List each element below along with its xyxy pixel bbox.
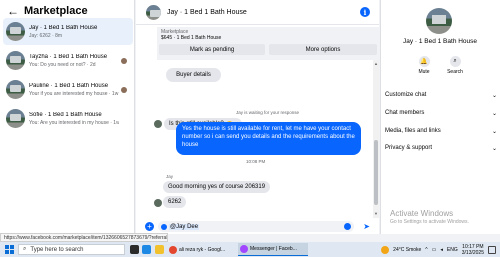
conversation-title: Jay · 1 Bed 1 Bath House: [29, 24, 98, 31]
app-label: ali reza ryk - Googl...: [179, 246, 226, 253]
buyer-details-button[interactable]: Buyer details: [166, 68, 221, 82]
system-tray: 24°C Smoke ^ ▭ ◂ ENG 10:17 PM 3/13/2025: [381, 243, 496, 256]
outgoing-message-bubble: Yes the house is still available for ren…: [176, 122, 361, 155]
mention-text: @Jay Dee: [169, 223, 200, 230]
emoji-icon[interactable]: [344, 223, 351, 230]
sender-avatar: [154, 199, 162, 207]
house-thumbnail: [6, 80, 25, 99]
message-bubble: Good morning yes of course 206319: [163, 181, 271, 193]
windows-activation-watermark: Activate Windows Go to Settings to activ…: [390, 209, 469, 225]
chevron-down-icon: ⌄: [491, 110, 497, 117]
sender-avatar: [154, 120, 162, 128]
chevron-down-icon: ⌄: [491, 92, 497, 99]
conversation-preview: You: Are you interested in my house · 1w: [29, 119, 119, 126]
privacy-support-item[interactable]: Privacy & support ⌄: [385, 143, 497, 153]
mute-button[interactable]: 🔔 Mute: [409, 56, 439, 75]
conversation-item[interactable]: Tayzha · 1 Bed 1 Bath House You: Do you …: [3, 47, 133, 74]
windows-start-icon[interactable]: [5, 245, 14, 254]
search-placeholder: Type here to search: [30, 246, 84, 253]
taskbar-search-input[interactable]: ⌕ Type here to search: [18, 244, 125, 255]
send-icon[interactable]: ➤: [363, 222, 370, 231]
conversation-title: Tayzha · 1 Bed 1 Bath House: [29, 53, 108, 60]
taskbar-app-messenger[interactable]: Messenger | Faceb...: [238, 243, 308, 256]
mention-avatar-icon: [161, 223, 167, 230]
message-bubble: 6262: [163, 196, 187, 208]
conversation-item[interactable]: Jay · 1 Bed 1 Bath House Jay: 6262 · 8m: [3, 18, 133, 45]
watermark-title: Activate Windows: [390, 209, 454, 218]
sender-name: Jay: [166, 174, 174, 179]
message-input[interactable]: @Jay Dee: [158, 221, 354, 232]
chevron-down-icon: ⌄: [491, 128, 497, 135]
menu-label: Media, files and links: [385, 128, 441, 134]
conversation-preview: Jay: 6262 · 8m: [29, 32, 63, 39]
chat-title[interactable]: Jay · 1 Bed 1 Bath House: [167, 9, 247, 16]
messenger-icon: [240, 245, 248, 253]
conversation-item[interactable]: Pauline · 1 Bed 1 Bath House Your if you…: [3, 76, 133, 103]
menu-label: Chat members: [385, 110, 425, 116]
waiting-notice: Jay is waiting for your response: [236, 110, 300, 115]
watermark-subtitle: Go to Settings to activate Windows.: [390, 219, 469, 225]
plus-icon[interactable]: +: [145, 222, 154, 231]
scrollbar-thumb[interactable]: [374, 140, 378, 205]
volume-icon[interactable]: ◂: [440, 247, 443, 253]
edge-icon[interactable]: [142, 245, 151, 254]
chevron-down-icon: ⌄: [491, 145, 497, 152]
house-thumbnail: [6, 51, 25, 70]
marketplace-header: ← Marketplace: [7, 5, 88, 17]
search-icon: ⌕: [23, 246, 27, 252]
seen-avatar: [121, 86, 127, 93]
bell-icon: 🔔: [418, 56, 430, 67]
chat-members-item[interactable]: Chat members ⌄: [385, 108, 497, 118]
house-thumbnail[interactable]: [426, 8, 452, 34]
conversation-preview: You: Do you need or not? · 2d: [29, 61, 96, 68]
house-thumbnail: [6, 109, 25, 128]
search-icon: ⌕: [449, 56, 461, 67]
search-label: Search: [447, 69, 463, 75]
scroll-up-arrow-icon[interactable]: ▲: [374, 61, 378, 66]
conversation-title: Pauline · 1 Bed 1 Bath House: [29, 82, 109, 89]
taskbar-app-chrome[interactable]: ali reza ryk - Googl...: [167, 243, 237, 256]
house-thumbnail: [6, 22, 25, 41]
chat-panel: Jay · 1 Bed 1 Bath House i Marketplace $…: [136, 0, 379, 234]
info-icon[interactable]: i: [360, 7, 370, 17]
status-bar-url: https://www.facebook.com/marketplace/ite…: [0, 233, 168, 242]
notification-icon[interactable]: [488, 245, 496, 254]
marketplace-title: Marketplace: [24, 5, 88, 17]
file-explorer-icon[interactable]: [155, 245, 164, 254]
mark-as-pending-button[interactable]: Mark as pending: [159, 44, 265, 55]
more-options-button[interactable]: More options: [269, 44, 377, 55]
listing-price[interactable]: $645 · 1 Bed 1 Bath House: [161, 35, 221, 41]
marketplace-listing-card: Marketplace $645 · 1 Bed 1 Bath House Ma…: [157, 27, 379, 60]
clock-date: 3/13/2025: [461, 249, 484, 256]
customize-chat-item[interactable]: Customize chat ⌄: [385, 90, 497, 100]
message-composer: + @Jay Dee ➤: [136, 219, 379, 234]
weather-text[interactable]: 24°C Smoke: [393, 247, 421, 253]
task-view-icon[interactable]: [130, 245, 139, 254]
house-thumbnail[interactable]: [146, 4, 161, 20]
network-icon[interactable]: ▭: [432, 247, 437, 253]
media-files-links-item[interactable]: Media, files and links ⌄: [385, 126, 497, 136]
chrome-icon: [169, 245, 177, 254]
details-title: Jay · 1 Bed 1 Bath House: [402, 38, 478, 45]
conversation-title: Sofie · 1 Bed 1 Bath House: [29, 111, 102, 118]
conversation-details-panel: Jay · 1 Bed 1 Bath House 🔔 Mute ⌕ Search…: [380, 0, 500, 234]
search-button[interactable]: ⌕ Search: [440, 56, 470, 75]
message-timestamp: 10:08 PM: [246, 159, 266, 164]
mute-label: Mute: [418, 69, 430, 75]
chevron-up-icon[interactable]: ^: [425, 247, 427, 253]
language-indicator[interactable]: ENG: [447, 247, 458, 253]
menu-label: Customize chat: [385, 92, 427, 98]
conversation-list-panel: ← Marketplace Jay · 1 Bed 1 Bath House J…: [0, 0, 135, 234]
windows-taskbar: ⌕ Type here to search ali reza ryk - Goo…: [0, 242, 500, 257]
menu-label: Privacy & support: [385, 145, 433, 151]
app-label: Messenger | Faceb...: [250, 246, 297, 252]
conversation-item[interactable]: Sofie · 1 Bed 1 Bath House You: Are you …: [3, 105, 133, 132]
chat-header: Jay · 1 Bed 1 Bath House i: [136, 0, 379, 25]
weather-icon[interactable]: [381, 245, 390, 254]
clock[interactable]: 10:17 PM 3/13/2025: [462, 244, 484, 256]
back-arrow-icon[interactable]: ←: [7, 5, 19, 17]
seen-avatar: [121, 57, 127, 64]
conversation-preview: Your if you are interested my house · 1w: [29, 90, 119, 97]
scroll-down-arrow-icon[interactable]: ▼: [374, 211, 378, 216]
